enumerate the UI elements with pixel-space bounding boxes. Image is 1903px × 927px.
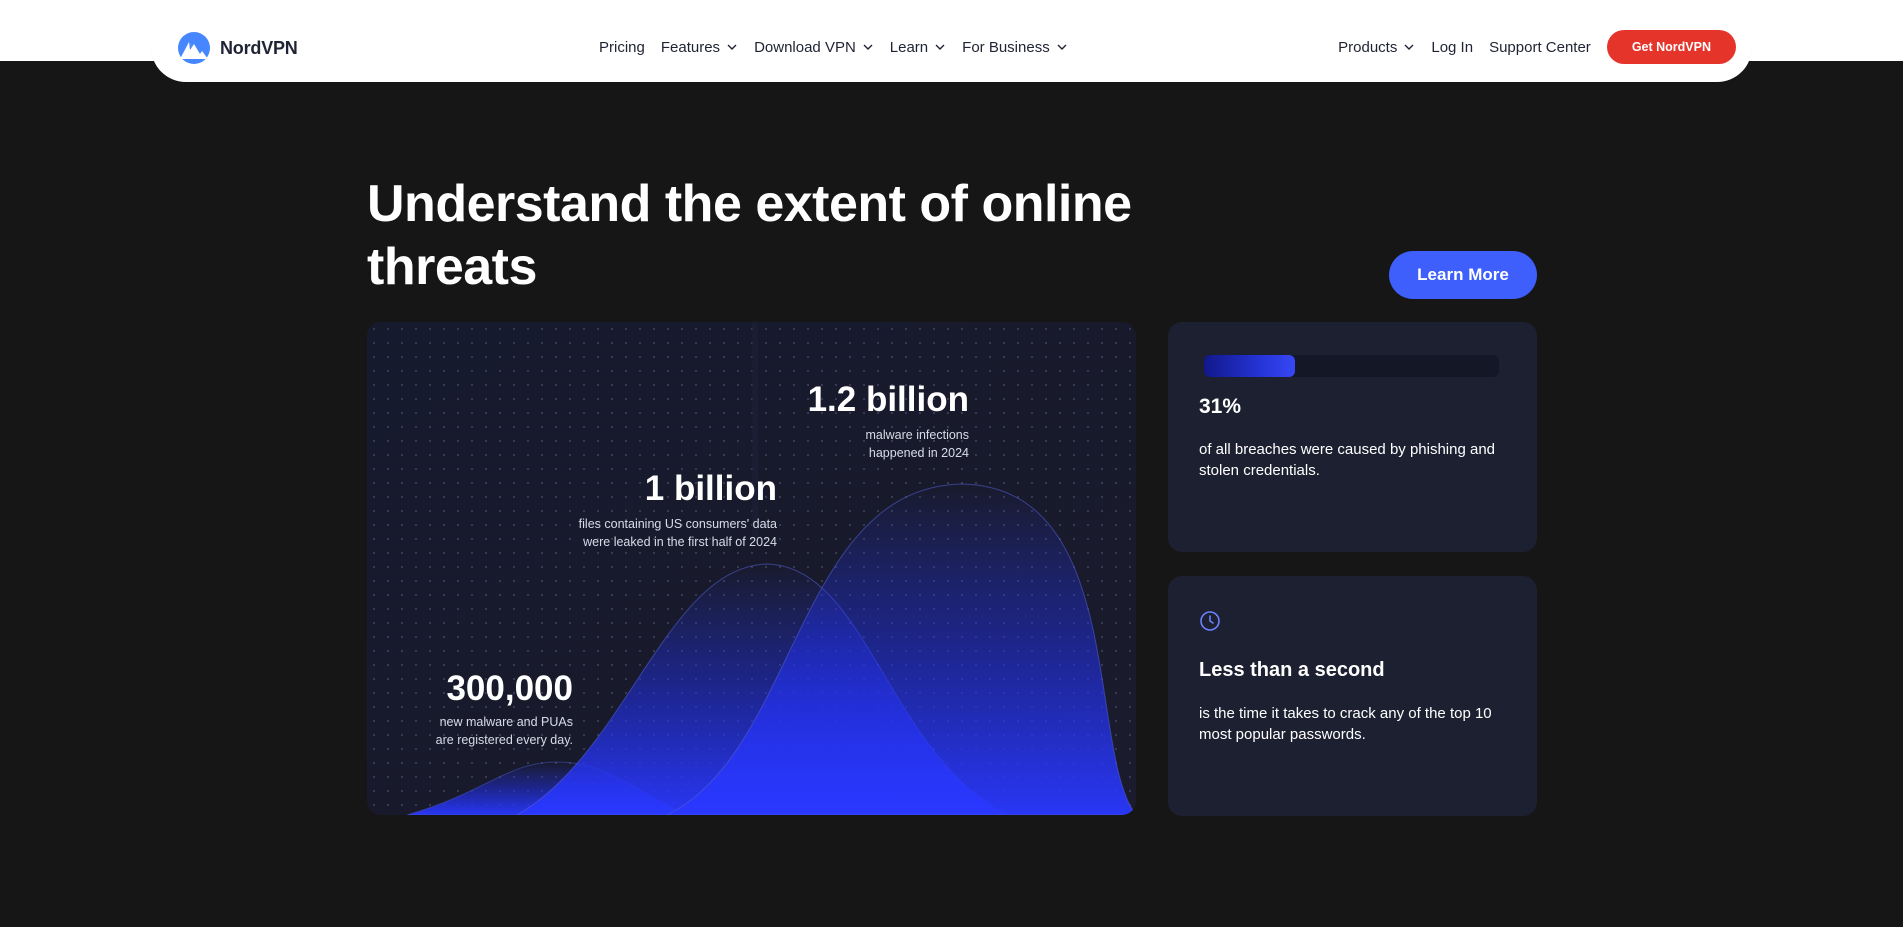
main-nav: Pricing Features Download VPN Learn For …: [599, 12, 1068, 82]
nav-products[interactable]: Products: [1338, 39, 1415, 56]
clock-icon: [1200, 611, 1220, 631]
chevron-down-icon: [863, 44, 873, 50]
nordvpn-logo[interactable]: NordVPN: [176, 32, 298, 64]
nav-support-center[interactable]: Support Center: [1489, 39, 1591, 56]
chevron-down-icon: [1057, 44, 1067, 50]
nav-products-label: Products: [1338, 38, 1398, 56]
stat-leaked-files-value: 1 billion: [644, 469, 777, 508]
nav-pricing-label: Pricing: [599, 38, 645, 56]
logo-text: NordVPN: [220, 37, 298, 58]
stat-malware-infections-value: 1.2 billion: [807, 380, 969, 419]
phishing-progress-fill: [1204, 355, 1295, 377]
chevron-down-icon: [727, 44, 737, 50]
stat-new-malware-value: 300,000: [446, 669, 573, 708]
chevron-down-icon: [1404, 44, 1414, 50]
password-card-title: Less than a second: [1199, 659, 1385, 681]
stat-new-malware-desc: new malware and PUAs are registered ever…: [435, 715, 573, 747]
nav-log-in[interactable]: Log In: [1431, 39, 1473, 56]
nordvpn-mountain-icon: [178, 32, 210, 64]
phishing-progress-bar: [1204, 355, 1499, 377]
learn-more-button[interactable]: Learn More: [1389, 251, 1537, 299]
nav-download-vpn-label: Download VPN: [754, 38, 856, 56]
nav-for-business-label: For Business: [962, 38, 1050, 56]
threat-stats-chart: 300,000 new malware and PUAs are registe…: [367, 322, 1136, 815]
phishing-percent: 31%: [1199, 395, 1242, 418]
nav-download-vpn[interactable]: Download VPN: [754, 39, 874, 56]
nav-right: Products Log In Support Center Get NordV…: [1338, 12, 1736, 82]
nav-learn[interactable]: Learn: [890, 39, 946, 56]
stat-new-malware: 300,000 new malware and PUAs are registe…: [407, 669, 573, 749]
nav-learn-label: Learn: [889, 38, 929, 56]
stat-malware-infections: 1.2 billion malware infections happened …: [767, 380, 969, 462]
password-text: is the time it takes to crack any of the…: [1199, 705, 1492, 743]
phishing-stat-card: 31% of all breaches were caused by phish…: [1168, 322, 1537, 552]
nav-features-label: Features: [660, 38, 721, 56]
chevron-down-icon: [935, 44, 945, 50]
get-nordvpn-button[interactable]: Get NordVPN: [1606, 30, 1736, 64]
nav-for-business[interactable]: For Business: [962, 39, 1068, 56]
stat-malware-infections-desc: malware infections happened in 2024: [865, 428, 969, 460]
stat-leaked-files: 1 billion files containing US consumers'…: [527, 469, 777, 551]
password-stat-card: Less than a second is the time it takes …: [1168, 576, 1537, 816]
nav-features[interactable]: Features: [661, 39, 738, 56]
nav-pricing[interactable]: Pricing: [599, 39, 645, 56]
phishing-text: of all breaches were caused by phishing …: [1199, 441, 1496, 479]
page-title: Understand the extent of online threats: [367, 175, 1132, 296]
navbar: NordVPN Pricing Features Download VPN Le…: [151, 12, 1752, 82]
stat-leaked-files-desc: files containing US consumers' data were…: [578, 517, 777, 549]
